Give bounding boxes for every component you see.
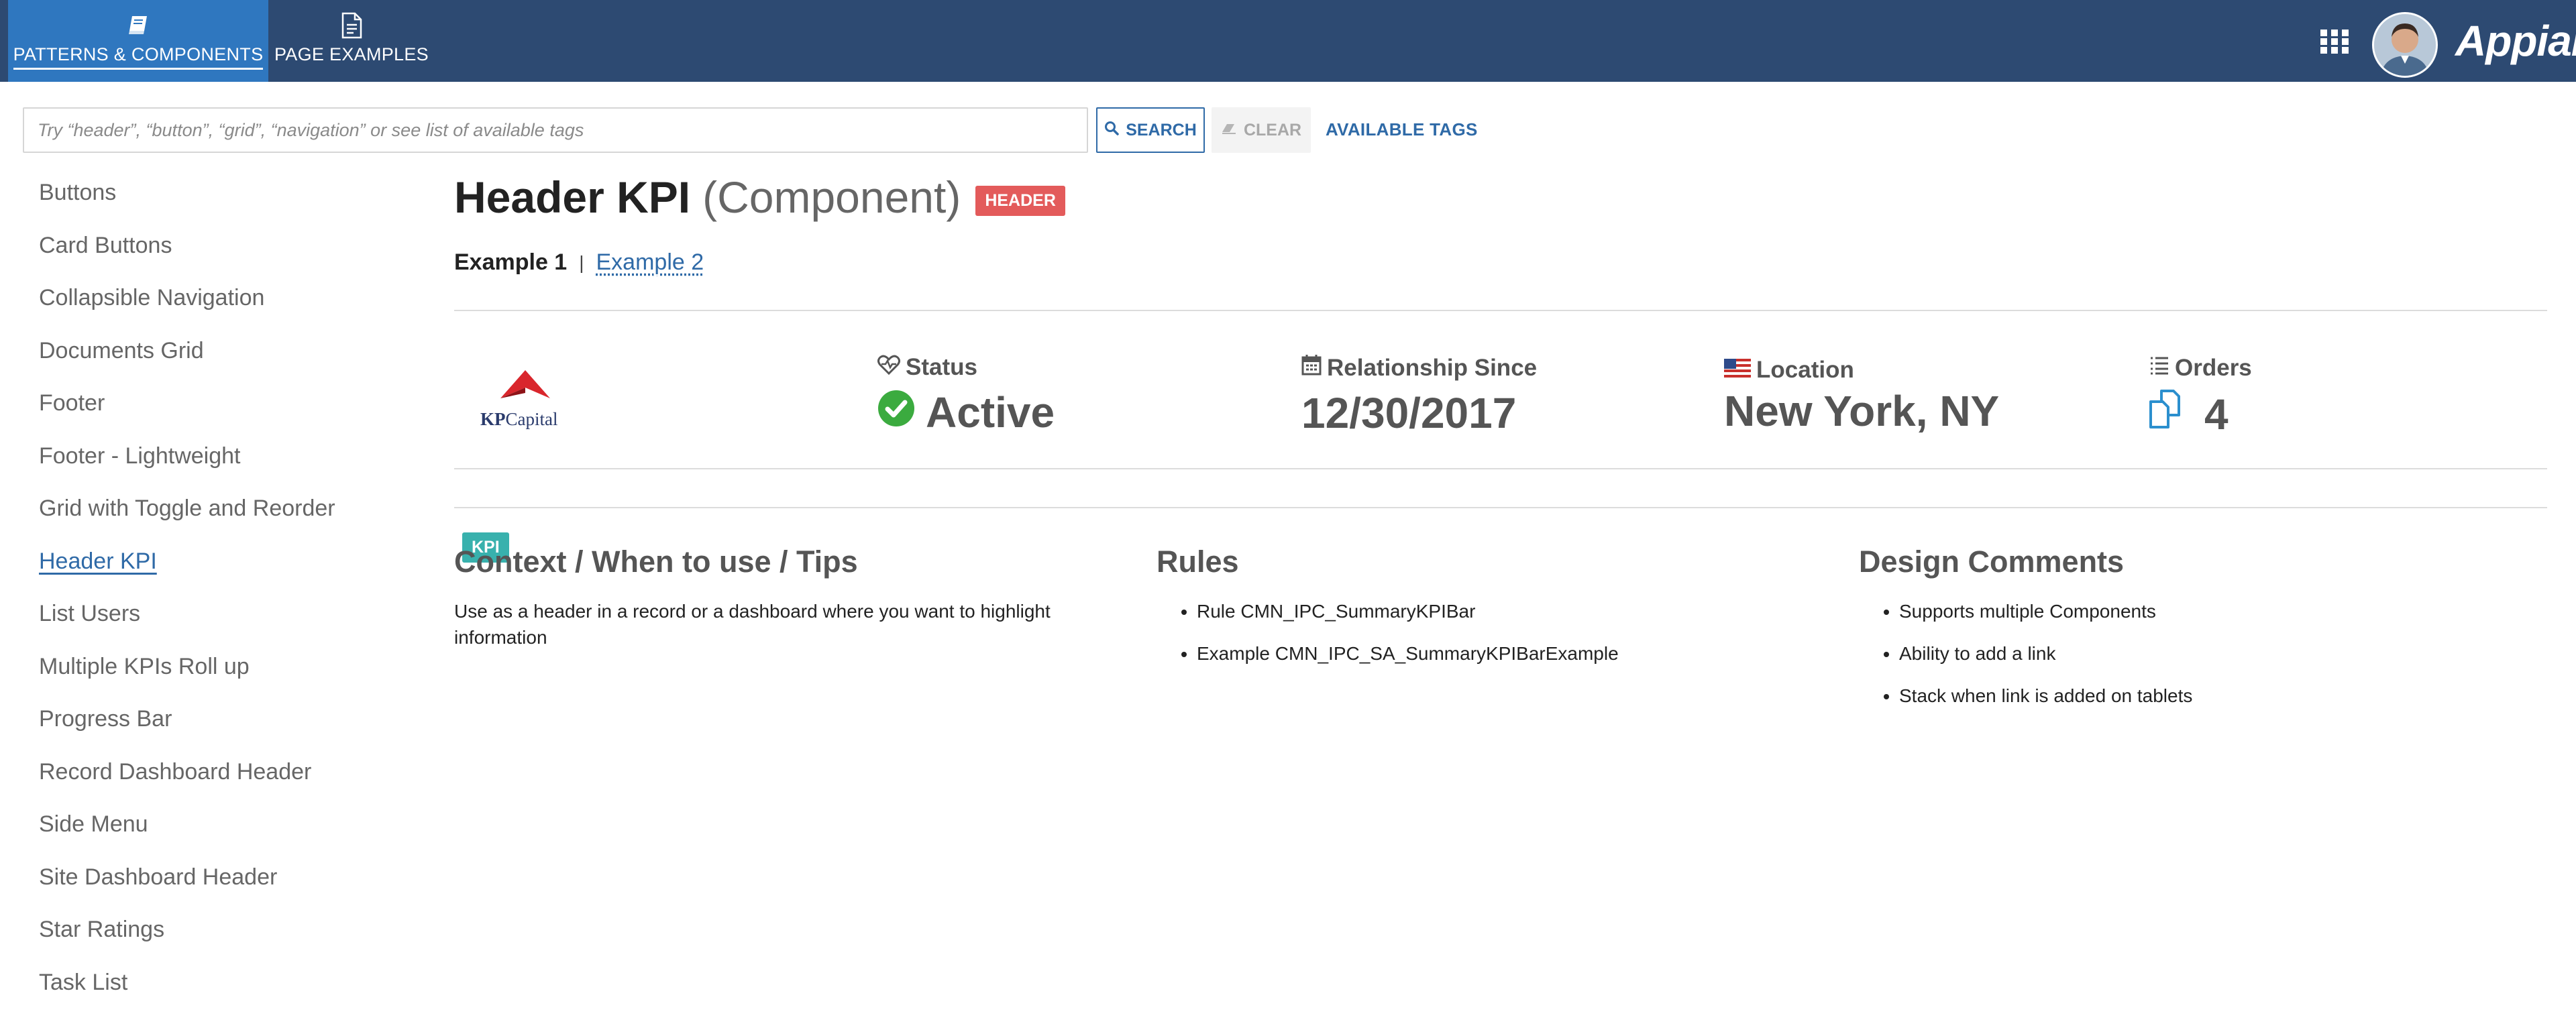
sidebar-item-grid-toggle-reorder[interactable]: Grid with Toggle and Reorder [39,496,335,549]
sidebar-item-star-ratings[interactable]: Star Ratings [39,917,335,970]
kpi-location-label: Location [1756,357,1854,383]
clear-button[interactable]: CLEAR [1212,107,1311,153]
kpi-orders: Orders 4 [2148,354,2252,440]
design-comments-section: Design Comments Supports multiple Compon… [1859,544,2503,725]
book-icon [126,12,150,39]
kp-logo-mark: KP [480,409,506,429]
rules-heading: Rules [1157,544,1239,579]
search-button-label: SEARCH [1126,120,1197,139]
search-input[interactable] [23,107,1088,153]
sidebar-item-footer[interactable]: Footer [39,390,335,443]
list-item: Example CMN_IPC_SA_SummaryKPIBarExample [1197,640,1801,667]
tab-patterns-components-label: PATTERNS & COMPONENTS [13,44,264,70]
example-separator: | [579,251,584,273]
kpi-relationship-since: Relationship Since 12/30/2017 [1301,354,1537,438]
design-comments-heading: Design Comments [1859,544,2125,579]
kpi-status: Status Active [877,354,1055,437]
orders-link[interactable]: 4 [2148,388,2252,440]
clear-button-label: CLEAR [1243,120,1302,139]
sidebar-item-card-buttons[interactable]: Card Buttons [39,233,335,286]
list-item: Stack when link is added on tablets [1899,683,2503,709]
sidebar-item-multiple-kpis[interactable]: Multiple KPIs Roll up [39,654,335,707]
sidebar-item-documents-grid[interactable]: Documents Grid [39,338,335,391]
context-section: Context / When to use / Tips Use as a he… [454,544,1098,650]
example-switcher: Example 1 | Example 2 [454,249,704,276]
kpi-since-label: Relationship Since [1327,354,1538,381]
sidebar-item-list-users[interactable]: List Users [39,601,335,654]
sidebar-item-header-kpi[interactable]: Header KPI [39,549,335,601]
kpi-status-label: Status [906,354,977,380]
sidebar-item-buttons[interactable]: Buttons [39,180,335,233]
kpi-orders-value: 4 [2204,390,2229,439]
kpi-since-value: 12/30/2017 [1301,389,1517,437]
rules-section: Rules Rule CMN_IPC_SummaryKPIBar Example… [1157,544,1801,683]
sidebar-item-record-dashboard-header[interactable]: Record Dashboard Header [39,759,335,812]
eraser-icon [1221,121,1237,140]
kpi-status-value: Active [926,388,1055,437]
context-heading: Context / When to use / Tips [454,544,858,579]
kpi-location-value: New York, NY [1724,387,2000,435]
page-title-type: (Component) [702,172,961,222]
divider [454,310,2547,311]
context-text: Use as a header in a record or a dashboa… [454,601,1051,648]
tab-page-examples-label: PAGE EXAMPLES [274,44,429,64]
divider [454,507,2547,508]
page-title-main: Header KPI [454,172,691,222]
sidebar-item-footer-lightweight[interactable]: Footer - Lightweight [39,443,335,496]
heartbeat-icon [877,354,900,381]
kp-logo-name: Capital [505,409,558,429]
rules-list: Rule CMN_IPC_SummaryKPIBar Example CMN_I… [1157,598,1801,667]
design-comments-list: Supports multiple Components Ability to … [1859,598,2503,709]
tab-page-examples[interactable]: PAGE EXAMPLES [271,0,432,82]
available-tags-link[interactable]: AVAILABLE TAGS [1326,119,1478,140]
sidebar-item-collapsible-navigation[interactable]: Collapsible Navigation [39,285,335,338]
example-1-current: Example 1 [454,249,568,275]
us-flag-icon [1724,357,1751,384]
user-avatar[interactable] [2372,12,2438,78]
sidebar-nav: Buttons Card Buttons Collapsible Navigat… [39,180,335,1022]
list-item: Supports multiple Components [1899,598,2503,625]
document-icon [340,12,363,39]
list-item: Rule CMN_IPC_SummaryKPIBar [1197,598,1801,625]
list-item: Ability to add a link [1899,640,2503,667]
search-button[interactable]: SEARCH [1096,107,1205,153]
tag-badge-header: HEADER [975,185,1065,216]
page-title: Header KPI (Component) HEADER KPI [454,172,1065,563]
divider [454,468,2547,469]
top-navigation-bar: PATTERNS & COMPONENTS PAGE EXAMPLES Appi… [0,0,2576,82]
sidebar-item-side-menu[interactable]: Side Menu [39,811,335,864]
sidebar-item-task-list[interactable]: Task List [39,970,335,1023]
tab-patterns-components[interactable]: PATTERNS & COMPONENTS [8,0,268,82]
appian-logo: Appian [2455,17,2576,65]
sidebar-item-progress-bar[interactable]: Progress Bar [39,706,335,759]
kp-capital-logo: KPCapital [480,367,568,435]
search-icon [1104,121,1119,140]
calendar-icon [1301,354,1322,382]
list-icon [2148,354,2169,382]
kpi-orders-label: Orders [2175,354,2252,381]
example-2-link[interactable]: Example 2 [596,249,704,276]
app-grid-icon[interactable] [2318,27,2351,56]
copy-documents-icon [2148,388,2194,440]
kpi-location: Location New York, NY [1724,357,1999,436]
sidebar-item-site-dashboard-header[interactable]: Site Dashboard Header [39,864,335,917]
check-circle-icon [877,388,915,437]
